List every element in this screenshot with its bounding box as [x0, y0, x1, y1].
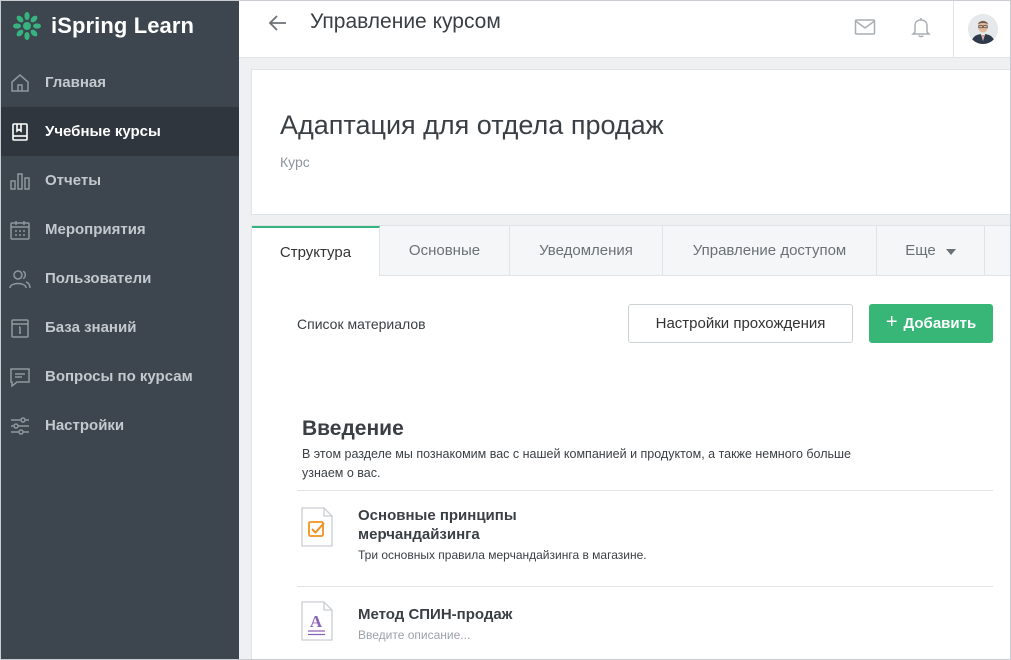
bell-icon[interactable] [910, 16, 932, 38]
sidebar-item-label: Учебные курсы [45, 123, 161, 140]
add-button-label: Добавить [903, 315, 977, 332]
materials-list-label: Список материалов [297, 316, 426, 332]
tab-access-management[interactable]: Управление доступом [663, 226, 877, 276]
item-title: Метод СПИН-продаж [358, 606, 513, 623]
section-description: В этом разделе мы познакомим вас с нашей… [302, 447, 851, 480]
tab-more[interactable]: Еще [877, 226, 985, 276]
sliders-icon [9, 415, 31, 437]
tab-label: Основные [408, 242, 481, 259]
svg-text:A: A [310, 612, 323, 631]
bar-chart-icon [9, 170, 31, 192]
book-icon [9, 121, 31, 143]
sidebar-item-label: База знаний [45, 319, 137, 336]
sidebar-item-label: Пользователи [45, 270, 152, 287]
logo[interactable]: iSpring Learn [0, 0, 239, 52]
tab-general[interactable]: Основные [380, 226, 510, 276]
tab-bar: Структура Основные Уведомления Управлени… [252, 226, 1011, 276]
sidebar-nav: Главная Учебные курсы Отчеты Мероприятия… [0, 58, 239, 450]
top-bar: Управление курсом [239, 0, 1011, 58]
sidebar-item-knowledge-base[interactable]: База знаний [0, 303, 239, 352]
tab-bar-filler [985, 226, 1011, 276]
sidebar-item-events[interactable]: Мероприятия [0, 205, 239, 254]
caret-down-icon [945, 249, 956, 255]
back-arrow-icon[interactable] [267, 12, 289, 34]
sidebar-item-courses[interactable]: Учебные курсы [0, 107, 239, 156]
section-title: Введение [302, 417, 404, 440]
course-type: Курс [280, 154, 310, 170]
users-icon [9, 268, 31, 290]
sidebar-item-reports[interactable]: Отчеты [0, 156, 239, 205]
course-structure-panel: Структура Основные Уведомления Управлени… [251, 225, 1011, 660]
sidebar-item-label: Мероприятия [45, 221, 146, 238]
completion-settings-button[interactable]: Настройки прохождения [628, 304, 853, 343]
item-description: Введите описание... [358, 628, 471, 642]
tab-label: Структура [279, 243, 352, 261]
user-menu[interactable] [953, 0, 1011, 58]
tab-label: Уведомления [539, 242, 633, 259]
sidebar: iSpring Learn Главная Учебные курсы Отче… [0, 0, 239, 660]
sidebar-item-home[interactable]: Главная [0, 58, 239, 107]
list-item[interactable]: A Метод СПИН-продаж Введите описание... [297, 586, 993, 660]
tab-label: Еще [905, 242, 936, 259]
sidebar-item-label: Настройки [45, 417, 125, 434]
app-name: iSpring Learn [51, 13, 195, 38]
list-item[interactable]: Основные принципы мерчандайзинга Три осн… [297, 490, 993, 586]
sidebar-item-label: Вопросы по курсам [45, 368, 193, 385]
sidebar-item-label: Главная [45, 74, 107, 91]
ispring-logo-icon [12, 11, 42, 41]
calendar-icon [9, 219, 31, 241]
page-title: Управление курсом [310, 10, 501, 33]
sidebar-item-course-questions[interactable]: Вопросы по курсам [0, 352, 239, 401]
course-header: Адаптация для отдела продаж Курс [251, 69, 1011, 215]
knowledge-base-icon [9, 317, 31, 339]
tab-notifications[interactable]: Уведомления [510, 226, 663, 276]
avatar [967, 14, 998, 44]
tab-label: Управление доступом [692, 242, 847, 259]
sidebar-item-users[interactable]: Пользователи [0, 254, 239, 303]
sidebar-item-settings[interactable]: Настройки [0, 401, 239, 450]
course-title: Адаптация для отдела продаж [280, 110, 664, 140]
item-title: Основные принципы мерчандайзинга [358, 507, 517, 543]
tab-structure[interactable]: Структура [252, 226, 380, 276]
plus-icon: + [885, 311, 898, 333]
mail-icon[interactable] [854, 16, 876, 38]
item-description: Три основных правила мерчандайзинга в ма… [358, 548, 647, 562]
chat-icon [9, 366, 31, 388]
quiz-icon [300, 506, 334, 548]
home-icon [9, 72, 31, 94]
add-button[interactable]: + Добавить [869, 304, 993, 343]
text-document-icon: A [300, 600, 334, 642]
sidebar-item-label: Отчеты [45, 172, 102, 189]
